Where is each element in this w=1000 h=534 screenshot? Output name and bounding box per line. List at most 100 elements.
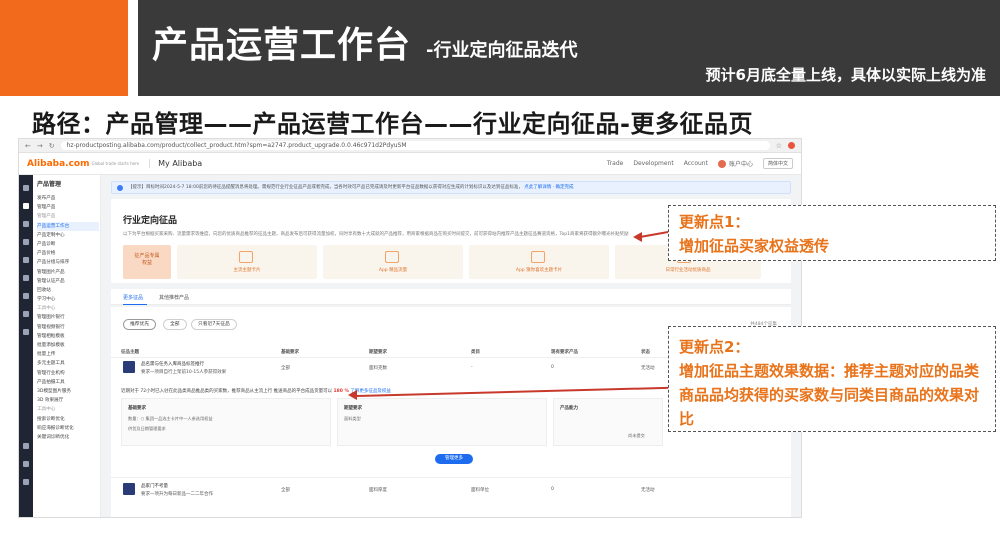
slide-title: 产品运营工作台 [152, 25, 412, 66]
benefit-card-label: App 精品流量 [378, 268, 408, 273]
notice-link[interactable]: 点此了解详情 · 确定完成 [524, 185, 573, 190]
logistics-icon[interactable] [23, 329, 29, 335]
sidebar-item[interactable]: 3D模型图片服务 [37, 387, 99, 396]
box-heading: 基础要求 [128, 406, 146, 411]
header-link-trade[interactable]: Trade [607, 160, 623, 167]
product-thumbnail[interactable] [123, 361, 135, 373]
sidebar-item[interactable]: 管理认证产品 [37, 277, 99, 286]
sidebar-item[interactable]: 管理视频银行 [37, 323, 99, 332]
forward-icon[interactable]: → [37, 142, 43, 150]
bookmark-icon[interactable]: ☆ [776, 142, 782, 150]
sidebar-item[interactable]: 3D 效果展厅 [37, 396, 99, 405]
sidebar-item[interactable]: 批量添加模板 [37, 341, 99, 350]
side-menu: 产品管理 发布产品 管理产品 管理产品 产品运营工作台 产品定制中心 产品诊断 … [37, 179, 99, 442]
column-header: 类目 [471, 350, 480, 355]
sidebar-item[interactable]: 发布产品 [37, 194, 99, 203]
profile-icon[interactable] [788, 142, 795, 149]
back-icon[interactable]: ← [25, 142, 31, 150]
data-icon[interactable] [23, 275, 29, 281]
benefit-card-line: 权益 [141, 260, 152, 266]
avatar[interactable] [717, 159, 726, 168]
status: 无活动 [641, 366, 655, 371]
status: 无活动 [641, 488, 655, 493]
sidebar-item[interactable]: 关键词诊断优化 [37, 433, 99, 442]
panel-description: 以下为平台根据买家采购、流量需求等维度，向您的优质商品推荐的征品主题，商品发布后… [123, 232, 629, 237]
sidebar-item[interactable]: 产品诊断 [37, 240, 99, 249]
callout-1-arrowhead [633, 232, 642, 242]
manage-more-button[interactable]: 管理更多 [435, 454, 473, 464]
sidebar-group: 工具中心 [37, 407, 56, 413]
sidebar-item[interactable]: 管理行业机构 [37, 369, 99, 378]
order-icon[interactable] [23, 221, 29, 227]
orange-accent-block [0, 0, 128, 96]
callout-1: 更新点1： 增加征品买家权益透传 [668, 205, 996, 261]
panel-title: 行业定向征品 [123, 216, 178, 226]
basic-requirement: 全部 [281, 366, 290, 371]
callout-2-arrowhead [348, 390, 357, 400]
message-icon[interactable] [23, 239, 29, 245]
filter-all[interactable]: 全部 [163, 319, 187, 330]
notice-banner: 【提示】目标时间2024-5-7 18:00前您的待征品提醒消息将处理。需规范行… [111, 181, 791, 194]
theme-title[interactable]: 品家门不考量 [141, 483, 168, 489]
header-link-account[interactable]: Account [684, 160, 708, 167]
help-icon[interactable] [23, 461, 29, 467]
sidebar-item[interactable]: 产品分组与排序 [37, 258, 99, 267]
marketing-icon[interactable] [23, 257, 29, 263]
sidebar-item[interactable]: 多元主题工具 [37, 359, 99, 368]
column-header: 期望要求 [369, 350, 387, 355]
sidebar-item[interactable]: 学习中心 [37, 295, 99, 304]
expected-requirement: 面料克数 [369, 366, 387, 371]
finance-icon[interactable] [23, 311, 29, 317]
notice-text: 【提示】目标时间2024-5-7 18:00前您的待征品提醒消息将处理。需规范行… [128, 185, 523, 190]
sidebar-item-product-workbench[interactable]: 产品运营工作台 [37, 221, 99, 231]
product-thumbnail[interactable] [123, 483, 135, 495]
expected-requirement: 面料厚度 [369, 488, 387, 493]
effect-data-value: 180 % [333, 389, 349, 394]
icon-rail [19, 175, 33, 517]
tab-more-collection[interactable]: 更多征品 [123, 294, 143, 301]
theme-subtitle: 要求一项升为每日新品一二二年合作 [141, 492, 213, 497]
sidebar-item[interactable]: 批量上传 [37, 350, 99, 359]
callout-1-body: 增加征品买家权益透传 [679, 237, 830, 255]
shop-icon[interactable] [23, 293, 29, 299]
tab-bar: 更多征品 其他推荐产品 [111, 289, 791, 305]
expected-requirements-box: 期望要求 面料类型 [337, 398, 547, 446]
slide-subtitle: -行业定向征品迭代 [426, 40, 578, 61]
user-center-link[interactable]: 账户中心 [729, 159, 753, 168]
settings-icon[interactable] [23, 479, 29, 485]
sidebar-item[interactable]: 管理图片产品 [37, 268, 99, 277]
address-bar[interactable]: hz-productposting.alibaba.com/product/co… [60, 141, 770, 150]
sidebar-item[interactable]: 管理相框模板 [37, 332, 99, 341]
filter-recent-7-days[interactable]: 只看近7天征品 [191, 319, 237, 330]
home-icon[interactable] [23, 185, 29, 191]
theme-title[interactable]: 品名需与任务入库商品标签推行 [141, 361, 204, 367]
header-link-development[interactable]: Development [633, 160, 673, 167]
sidebar-item[interactable]: 管理图片银行 [37, 313, 99, 322]
tab-other-recommend[interactable]: 其他推荐产品 [159, 294, 189, 301]
category: 面料单位 [471, 488, 489, 493]
sidebar-item[interactable]: 响应海报诊断优化 [37, 424, 99, 433]
filter-recommend-first[interactable]: 推荐优先 [123, 319, 157, 330]
box-text: 尚未提交 [628, 433, 645, 438]
logo-tagline: Global trade starts here [91, 161, 140, 166]
sidebar-item[interactable]: 回收站 [37, 286, 99, 295]
alibaba-logo[interactable]: Alibaba.com [27, 159, 89, 169]
theme-subtitle: 要求一项目自行上架前10-15人参获得效果 [141, 370, 227, 375]
favorite-icon[interactable] [23, 443, 29, 449]
product-icon[interactable] [23, 203, 29, 209]
sidebar-item[interactable]: 产品定制中心 [37, 231, 99, 240]
sidebar-item[interactable]: 产品拍摄工具 [37, 378, 99, 387]
existing-products: 0 [551, 487, 554, 492]
sidebar-item[interactable]: 管理产品 [37, 203, 99, 212]
sidebar-item[interactable]: 搜索诊断优化 [37, 415, 99, 424]
language-select[interactable]: 简体中文 [762, 158, 793, 169]
box-heading: 期望要求 [344, 406, 362, 411]
column-header: 征品主题 [121, 350, 139, 355]
sidebar-group: 工具中心 [37, 306, 56, 312]
sidebar-item[interactable]: 产品价格 [37, 249, 99, 258]
callout-2-body: 增加征品主题效果数据：推荐主题对应的品类商品品均获得的买家数与同类目商品的效果对… [679, 362, 980, 428]
release-note: 预计6月底全量上线，具体以实际上线为准 [705, 66, 986, 84]
callout-2: 更新点2： 增加征品主题效果数据：推荐主题对应的品类商品品均获得的买家数与同类目… [668, 326, 996, 432]
sidebar-group: 管理产品 [37, 214, 56, 220]
reload-icon[interactable]: ↻ [49, 142, 55, 150]
